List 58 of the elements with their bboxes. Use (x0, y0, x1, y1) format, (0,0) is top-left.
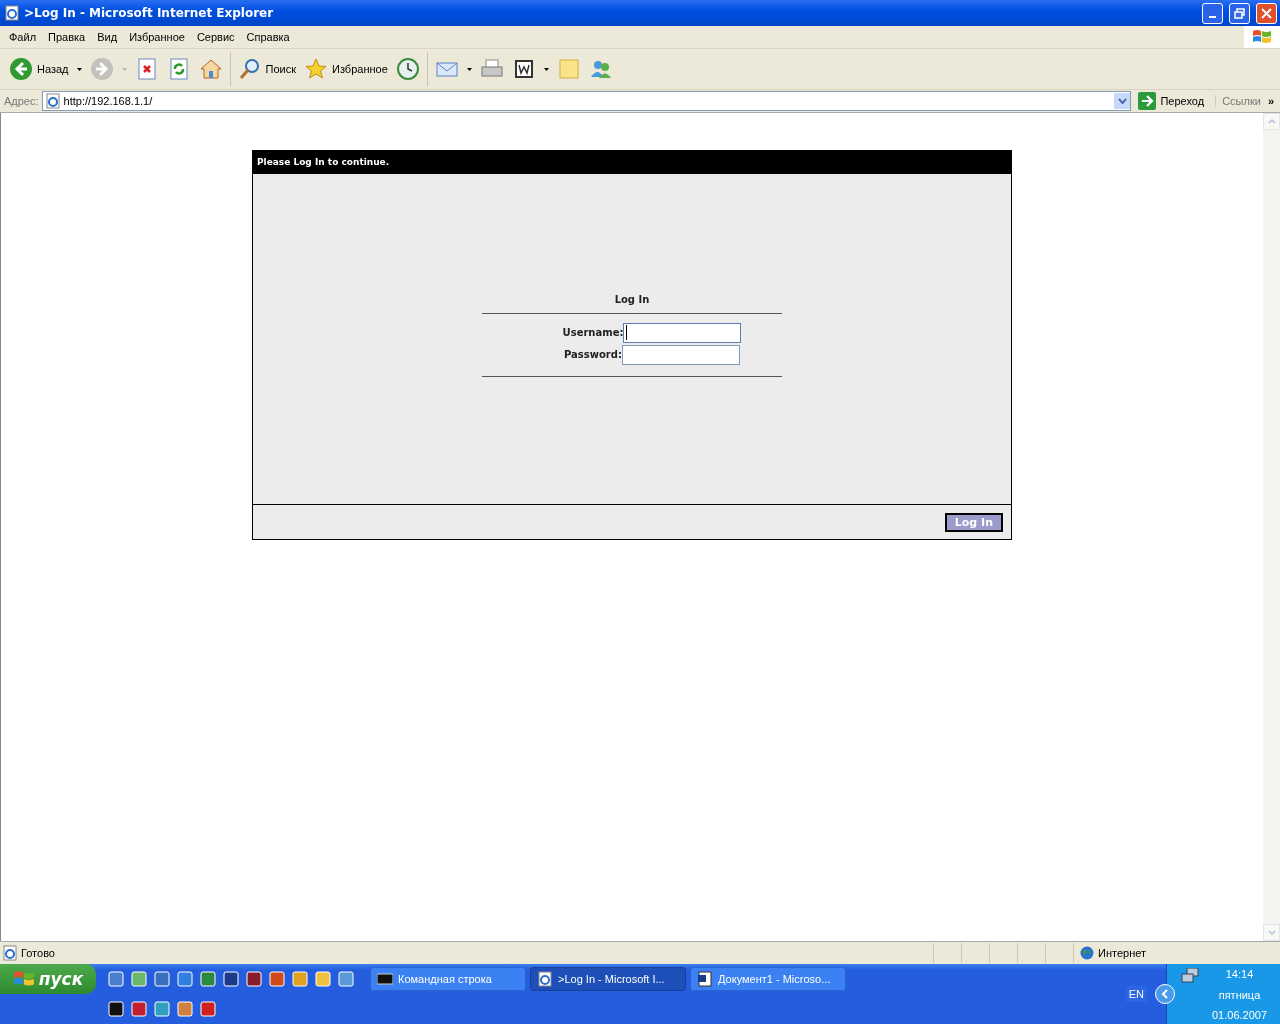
close-icon (1261, 7, 1272, 19)
chevron-left-icon (1161, 989, 1169, 999)
menu-item[interactable]: Файл (3, 31, 43, 43)
dropdown-button[interactable] (1114, 93, 1131, 109)
taskbar-button[interactable]: Командная строка (370, 967, 526, 991)
menu-item[interactable]: Избранное (123, 31, 191, 43)
toolbar-button[interactable]: Назад (6, 55, 85, 83)
start-button[interactable]: пуск (0, 964, 96, 994)
page-icon (2, 945, 18, 961)
chevron-down-icon (1117, 98, 1127, 104)
field-label: Username: (562, 327, 624, 338)
clock-date: 01.06.2007 (1211, 1009, 1268, 1021)
zone-text: Интернет (1098, 947, 1146, 959)
panel-header: Please Log In to continue. (253, 151, 1011, 174)
field-label: Password: (564, 349, 622, 360)
minimize-icon (1209, 16, 1216, 18)
chevron-button[interactable]: » (1263, 95, 1278, 107)
input-field[interactable] (623, 322, 742, 343)
menu-item[interactable]: Справка (240, 31, 296, 43)
taskbar-button[interactable]: Документ1 - Microso... (690, 967, 846, 991)
expand-tray-button[interactable] (1155, 984, 1175, 1004)
flag-logo-icon (12, 969, 35, 989)
home-icon (198, 57, 223, 81)
flag-logo-icon (1252, 28, 1272, 46)
minimize-button[interactable] (1202, 2, 1223, 24)
page-icon (44, 93, 61, 109)
search-icon (237, 57, 262, 81)
dropdown-arrow-icon (466, 67, 472, 71)
clock-time: 14:14 (1225, 968, 1254, 980)
clock-day: пятница (1218, 988, 1261, 1001)
clock-icon (395, 57, 420, 81)
taskbar-button[interactable]: >Log In - Microsoft I... (530, 967, 686, 991)
dropdown-arrow-icon (543, 67, 549, 71)
note-icon (556, 57, 581, 81)
arrow-right-icon (1138, 92, 1157, 110)
restore-button[interactable] (1229, 2, 1250, 24)
go-button[interactable]: Переход (1134, 92, 1213, 110)
language-indicator[interactable]: EN (1125, 986, 1147, 1002)
restore-icon (1234, 7, 1245, 19)
input-field[interactable] (621, 344, 740, 365)
address-field[interactable]: http://192.168.1.1/ (41, 91, 1132, 111)
window-title: >Log In - Microsoft Internet Explorer (24, 6, 274, 20)
status-text: Готово (21, 947, 55, 959)
page-icon (4, 5, 20, 21)
address-label: Адрес: (4, 95, 39, 107)
menu-item[interactable]: Правка (42, 31, 92, 43)
menu-item[interactable]: Сервис (190, 31, 241, 43)
toolbar-button[interactable]: Избранное (301, 55, 391, 83)
star-icon (304, 57, 328, 81)
form-heading: Log In (614, 293, 650, 305)
dropdown-arrow-icon (121, 67, 127, 71)
page-icon (537, 971, 553, 987)
dropdown-arrow-icon (76, 67, 82, 71)
links-label[interactable]: Ссылки (1215, 95, 1261, 107)
menu-item[interactable]: Вид (91, 31, 124, 43)
network-icon[interactable] (1181, 968, 1199, 984)
close-button[interactable] (1256, 2, 1277, 24)
toolbar-button[interactable]: Поиск (234, 55, 299, 83)
